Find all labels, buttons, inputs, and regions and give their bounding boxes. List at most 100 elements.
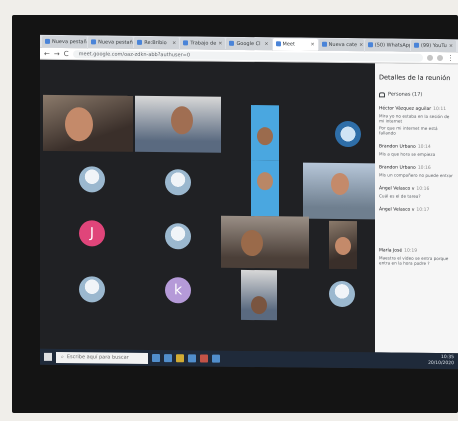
tab-4[interactable]: Google Cl × bbox=[226, 37, 272, 51]
panel-title: Detalles de la reunión bbox=[379, 73, 451, 83]
store-icon[interactable] bbox=[188, 354, 196, 363]
screen: Nueva pestaña× Nueva pestaña× Re:Bribio×… bbox=[40, 34, 458, 370]
search-icon: ⌕ bbox=[61, 354, 64, 361]
back-arrow-icon[interactable]: ← bbox=[44, 49, 50, 57]
message-text: Por que mi internet me está fallando bbox=[379, 125, 438, 136]
tab-favicon-icon bbox=[229, 40, 235, 46]
people-label: Personas (17) bbox=[388, 91, 423, 98]
message-text: Maestra el video se entra porque entra e… bbox=[379, 255, 449, 266]
tab-1[interactable]: Nueva pestaña× bbox=[88, 36, 134, 49]
tab-favicon-icon bbox=[45, 38, 50, 44]
tab-favicon-icon bbox=[413, 42, 419, 48]
tab-6[interactable]: Nueva cate × bbox=[318, 38, 364, 52]
message-time: 10:16 bbox=[416, 186, 430, 192]
people-icon bbox=[379, 91, 385, 97]
edge-icon[interactable] bbox=[164, 354, 172, 363]
message-author: María José bbox=[379, 248, 403, 254]
message-author: Ángel Velasco v bbox=[379, 186, 415, 192]
message-text: Mis un compañero no puede entrar bbox=[379, 172, 453, 179]
tab-label: Meet bbox=[282, 41, 295, 48]
people-tab[interactable]: Personas (17) bbox=[379, 91, 454, 98]
reload-icon[interactable]: C bbox=[64, 50, 69, 58]
photo-background: Nueva pestaña× Nueva pestaña× Re:Bribio×… bbox=[0, 0, 458, 421]
message-time: 10:16 bbox=[417, 165, 431, 171]
participant-avatar-j[interactable]: J bbox=[79, 220, 105, 247]
video-tile[interactable] bbox=[43, 94, 133, 152]
message-time: 10:11 bbox=[433, 106, 447, 113]
app-icon[interactable] bbox=[212, 354, 220, 363]
chat-message: María José 10:19 Maestra el video se entr… bbox=[379, 248, 454, 266]
chat-message: Brandon Urbano 10:16 Mis un compañero no … bbox=[379, 165, 454, 178]
extension-icon[interactable] bbox=[427, 54, 433, 61]
participant-avatar[interactable] bbox=[79, 166, 105, 193]
tab-favicon-icon bbox=[137, 39, 143, 45]
url-field[interactable]: meet.google.com/oaz-zdkn-abb?authuser=0 bbox=[72, 49, 423, 62]
tab-favicon-icon bbox=[183, 40, 189, 46]
clock-date: 20/10/2020 bbox=[428, 360, 454, 367]
message-author: Héctor Vázquez aguilar bbox=[379, 106, 432, 112]
tab-favicon-icon bbox=[275, 41, 281, 47]
chrome-icon[interactable] bbox=[200, 354, 208, 363]
video-tile[interactable] bbox=[221, 215, 309, 269]
system-tray-clock[interactable]: 10:35 20/10/2020 bbox=[428, 355, 454, 367]
chat-message: Héctor Vázquez aguilar 10:11 Mira yo no e… bbox=[379, 106, 454, 136]
video-tile[interactable] bbox=[303, 162, 375, 220]
tab-label: Re:Bribio bbox=[144, 39, 167, 47]
taskbar-search[interactable]: ⌕ Escribe aquí para buscar bbox=[56, 351, 148, 364]
close-icon[interactable]: × bbox=[264, 41, 268, 50]
message-time: 10:14 bbox=[417, 144, 431, 150]
close-icon[interactable]: × bbox=[218, 41, 222, 50]
windows-start-icon[interactable] bbox=[44, 352, 52, 361]
message-time: 10:19 bbox=[404, 248, 418, 254]
tab-favicon-icon bbox=[367, 42, 373, 48]
close-icon[interactable]: × bbox=[310, 42, 314, 51]
forward-arrow-icon[interactable]: → bbox=[54, 49, 60, 57]
chat-message: Ángel Velasco v 10:17 bbox=[379, 207, 454, 213]
tab-label: Nueva pestaña bbox=[98, 39, 134, 46]
chat-message: Ángel Velasco v 10:16 Cuál es el de tarea… bbox=[379, 186, 454, 199]
video-tile[interactable] bbox=[251, 105, 279, 161]
tab-5[interactable]: Meet × bbox=[272, 38, 318, 51]
participant-avatar[interactable] bbox=[335, 120, 361, 148]
tab-7[interactable]: (50) WhatsApp× bbox=[364, 39, 410, 52]
participant-avatar-k[interactable]: k bbox=[165, 277, 191, 304]
task-view-icon[interactable] bbox=[152, 353, 160, 363]
meeting-details-panel: Detalles de la reunión Personas (17) Héc… bbox=[375, 63, 458, 354]
profile-icon[interactable] bbox=[437, 54, 443, 61]
tab-label: Trabajo de bbox=[190, 40, 217, 47]
tab-favicon-icon bbox=[321, 41, 327, 47]
close-icon[interactable]: × bbox=[172, 40, 176, 49]
participant-avatar[interactable] bbox=[165, 223, 191, 250]
meeting-stage: J k bbox=[40, 59, 375, 353]
tab-label: (99) YouTu bbox=[420, 42, 447, 50]
message-text: Mis a que hora se empieza bbox=[379, 151, 436, 157]
tab-8[interactable]: (99) YouTu × bbox=[410, 39, 456, 53]
message-text: Mira yo no estaba en la sesión de mi int… bbox=[379, 113, 450, 124]
file-explorer-icon[interactable] bbox=[176, 354, 184, 363]
tab-3[interactable]: Trabajo de × bbox=[180, 37, 226, 50]
video-tile[interactable] bbox=[135, 95, 221, 153]
tab-2[interactable]: Re:Bribio × bbox=[134, 36, 180, 50]
menu-icon[interactable]: ⋮ bbox=[447, 54, 454, 62]
tab-label: (50) WhatsApp bbox=[374, 42, 410, 49]
close-icon[interactable]: × bbox=[359, 42, 363, 51]
message-author: Ángel Velasco v bbox=[379, 207, 415, 213]
message-time: 10:17 bbox=[416, 207, 430, 213]
tab-label: Nueva pestaña bbox=[52, 38, 88, 46]
tab-label: Google Cl bbox=[236, 40, 261, 48]
avatar-letter: k bbox=[173, 282, 183, 299]
close-icon[interactable]: × bbox=[449, 43, 453, 52]
tab-label: Nueva cate bbox=[328, 41, 358, 49]
participant-avatar[interactable] bbox=[329, 280, 355, 308]
chat-message: Brandon Urbano 10:14 Mis a que hora se em… bbox=[379, 144, 454, 157]
tab-0[interactable]: Nueva pestaña× bbox=[42, 35, 88, 49]
message-author: Brandon Urbano bbox=[379, 165, 416, 171]
message-text: Cuál es el de tarea? bbox=[379, 193, 421, 199]
video-tile[interactable] bbox=[329, 220, 357, 270]
video-tile[interactable] bbox=[241, 269, 277, 321]
avatar-letter: J bbox=[89, 225, 95, 242]
participant-avatar[interactable] bbox=[79, 276, 105, 303]
message-author: Brandon Urbano bbox=[379, 144, 416, 150]
participant-avatar[interactable] bbox=[165, 169, 191, 196]
video-tile[interactable] bbox=[251, 160, 279, 217]
